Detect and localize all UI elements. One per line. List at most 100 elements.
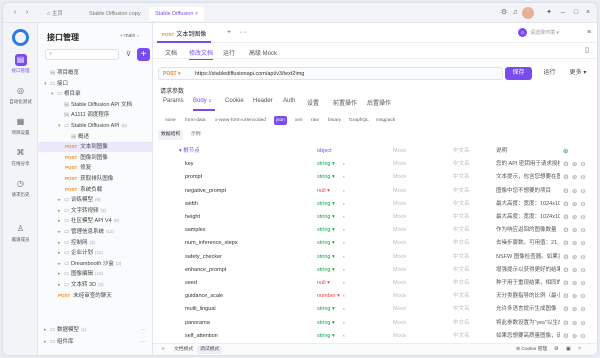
field-type[interactable]: object — [317, 145, 332, 158]
field-cn-name[interactable]: 中文名 — [453, 277, 470, 290]
field-type[interactable]: string ▾ — [317, 317, 335, 330]
schema-field-row[interactable]: num_inference_steps string ▾ * Mock 中文名 去噪步骤数… — [153, 237, 597, 250]
req-tab-pre[interactable]: 前置操作 — [333, 98, 357, 107]
body-type-json[interactable]: json — [274, 116, 287, 125]
more-button[interactable]: 更多 ▾ — [566, 67, 590, 80]
add-field-icon[interactable]: ⊕ — [572, 174, 577, 181]
field-desc[interactable]: 图像中您不想要的项目 — [496, 185, 560, 198]
field-desc[interactable]: 作为响应返回的图像数量 — [496, 224, 560, 237]
add-field-icon[interactable]: ⊕ — [572, 227, 577, 234]
remove-field-icon[interactable]: ⊖ — [580, 267, 585, 274]
add-button[interactable]: + — [137, 48, 150, 61]
field-cn-name[interactable]: 中文名 — [453, 251, 470, 264]
field-desc[interactable]: NSFW 图像检查器。如果发现 — [496, 251, 560, 264]
schema-field-row[interactable]: multi_lingual string ▾ * Mock 中文名 允许多语言提示生成图像… — [153, 303, 597, 316]
branch-selector[interactable]: ⑂ main ▾ — [120, 33, 140, 39]
tree-item[interactable]: ▸ ▭ 控制网 (3) — [38, 238, 152, 248]
schema-field-row[interactable]: guidance_scale number ▾ * Mock 中文名 无分类器指导的比例（… — [153, 290, 597, 303]
field-mock[interactable]: Mock — [393, 145, 406, 158]
avatar[interactable] — [522, 7, 534, 19]
req-tab-auth[interactable]: Auth — [283, 98, 295, 104]
required-mark[interactable]: * — [343, 290, 345, 303]
req-tab-cookie[interactable]: Cookie — [225, 98, 244, 104]
field-mock[interactable]: Mock — [393, 290, 406, 303]
settings-icon[interactable]: ⚙ — [563, 174, 569, 181]
remove-field-icon[interactable]: ⊖ — [580, 320, 585, 327]
rail-item-history[interactable]: ◷ 请求历史 — [3, 178, 38, 198]
remove-field-icon[interactable]: ⊖ — [580, 174, 585, 181]
remove-field-icon[interactable]: ⊖ — [580, 254, 585, 261]
method-select[interactable]: POST ▾ — [163, 71, 181, 77]
field-name[interactable]: guidance_scale — [185, 290, 223, 303]
more-icon[interactable]: ··· — [141, 325, 147, 335]
field-desc[interactable]: 种子用于重现结果，相同的 — [496, 277, 560, 290]
field-desc[interactable]: 增强提示以获得更好的结果 — [496, 264, 560, 277]
field-mock[interactable]: Mock — [393, 277, 406, 290]
gear-icon[interactable]: ⚙ — [551, 346, 561, 354]
required-mark[interactable]: * — [343, 237, 345, 250]
rail-item-invite[interactable]: ♙ 邀请成员 — [3, 223, 38, 243]
tree-item[interactable]: ▸ ▭ 图像编辑 (10) — [38, 269, 152, 279]
field-cn-name[interactable]: 中文名 — [453, 237, 470, 250]
field-name[interactable]: num_inference_steps — [185, 237, 238, 250]
add-field-icon[interactable]: ⊕ — [572, 280, 577, 287]
tree-item[interactable]: ▾ ▭ 接口 — [38, 79, 152, 89]
field-desc[interactable]: 文本提示，包含您想要在图像中看到的内容 — [496, 171, 560, 184]
tree-item[interactable]: ▸ ▭ 管理信息系统 (12) — [38, 227, 152, 237]
field-name[interactable]: enhance_prompt — [185, 264, 226, 277]
tree-item[interactable]: ▸ ▭ 企业计划 (22) — [38, 248, 152, 258]
req-tab-post[interactable]: 后置操作 — [367, 98, 391, 107]
field-name[interactable]: safety_checker — [185, 251, 222, 264]
schema-field-row[interactable]: samples string ▾ * Mock 中文名 作为响应返回的图像数量 ⚙ ⊕ ⊖ — [153, 224, 597, 237]
run-button[interactable]: 运行 — [536, 67, 563, 80]
schema-root-row[interactable]: ▾ 根节点 object Mock 中文名 说明 ⊕ — [153, 145, 597, 158]
remove-field-icon[interactable]: ⊖ — [580, 306, 585, 313]
field-cn-name[interactable]: 中文名 — [453, 224, 470, 237]
tree-item[interactable]: POST 未经审查的聊天 — [38, 291, 152, 301]
field-mock[interactable]: Mock — [393, 211, 406, 224]
settings-icon[interactable]: ⚙ — [563, 240, 569, 247]
field-type[interactable]: string ▾ — [317, 303, 335, 316]
add-field-icon[interactable]: ⊕ — [572, 214, 577, 221]
body-type-form-data[interactable]: form-data — [183, 116, 208, 125]
field-cn-name[interactable]: 中文名 — [453, 317, 470, 330]
field-name[interactable]: prompt — [185, 171, 202, 184]
add-field-icon[interactable]: ⊕ — [563, 148, 568, 155]
url-input[interactable]: https://stablediffusionapi.com/api/v3/te… — [195, 71, 304, 77]
window-tab-sd[interactable]: Stable Diffusion × — [149, 7, 205, 21]
rail-item-share[interactable]: ⌘ 在线分享 — [3, 147, 38, 167]
body-type-msgpack[interactable]: msgpack — [374, 116, 397, 125]
field-mock[interactable]: Mock — [393, 251, 406, 264]
settings-icon[interactable]: ⚙ — [563, 227, 569, 234]
field-name[interactable]: samples — [185, 224, 205, 237]
layout-icon[interactable]: ▣ — [563, 346, 574, 354]
settings-icon[interactable]: ⚙ — [563, 254, 569, 261]
schema-field-row[interactable]: safety_checker string ▾ * Mock 中文名 NSFW 图像检查器… — [153, 251, 597, 264]
settings-icon[interactable]: ⚙ — [563, 267, 569, 274]
schema-field-row[interactable]: negative_prompt null ▾ * Mock 中文名 图像中您不想要的项目 ⚙… — [153, 185, 597, 198]
window-tab-sd-copy[interactable]: Stable Diffusion copy — [83, 7, 147, 21]
required-mark[interactable]: * — [343, 264, 345, 277]
add-field-icon[interactable]: ⊕ — [572, 333, 577, 340]
field-desc[interactable]: 无分类器指导的比例（最小 — [496, 290, 560, 303]
tree-item[interactable]: ▸ ▭ 社区模型 API V4 (8) — [38, 216, 152, 226]
field-type[interactable]: string ▾ — [317, 211, 335, 224]
field-cn-name[interactable]: 中文名 — [453, 185, 470, 198]
add-field-icon[interactable]: ⊕ — [572, 293, 577, 300]
collapse-icon[interactable]: « — [159, 346, 168, 354]
settings-icon[interactable]: ⚙ — [563, 201, 569, 208]
settings-icon[interactable]: ⚙ — [563, 161, 569, 168]
add-field-icon[interactable]: ⊕ — [572, 254, 577, 261]
env-settings-icon[interactable]: ≡ — [583, 27, 595, 39]
field-mock[interactable]: Mock — [393, 317, 406, 330]
tree-item[interactable]: POST 修复 — [38, 163, 152, 173]
field-cn-name[interactable]: 中文名 — [453, 211, 470, 224]
save-button[interactable]: 保存 — [505, 67, 532, 80]
field-desc[interactable]: 允许多语言提示生成图像 — [496, 303, 560, 316]
url-bar[interactable]: POST ▾ https://stablediffusionapi.com/ap… — [158, 67, 503, 80]
field-cn-name[interactable]: 中文名 — [453, 290, 470, 303]
required-mark[interactable]: * — [343, 317, 345, 330]
remove-field-icon[interactable]: ⊖ — [580, 161, 585, 168]
subtab-doc[interactable]: 文档 — [165, 48, 177, 57]
body-type-graphql[interactable]: GraphQL — [347, 116, 371, 125]
